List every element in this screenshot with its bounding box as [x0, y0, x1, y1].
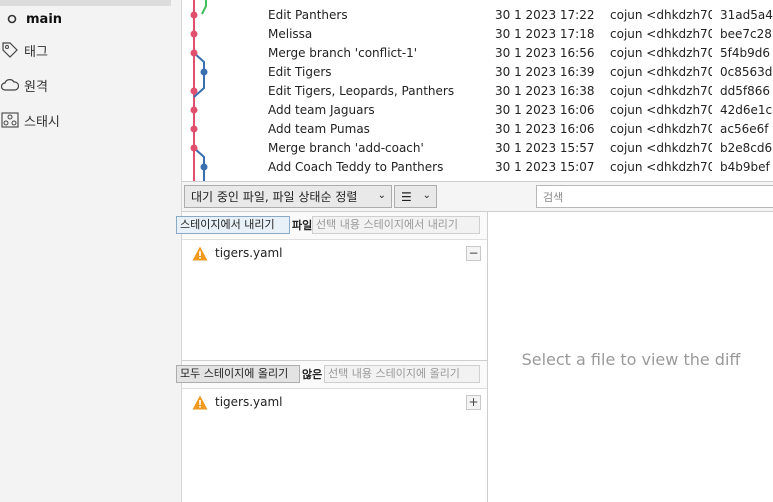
sort-dropdown[interactable]: 대기 중인 파일, 파일 상태순 정렬 ⌄	[184, 185, 392, 208]
staged-pane-header: 스테이지에서 내리기 파일 선택 내용 스테이지에서 내리기	[176, 212, 487, 240]
commit-message: Edit Tigers, Leopards, Panthers	[268, 84, 455, 98]
unstaged-files-pane: 모두 스테이지에 올리기 않은 파일 선택 내용 스테이지에 올리기 tiger…	[176, 361, 487, 502]
commit-date: 30 1 2023 16:39	[495, 65, 595, 79]
search-input[interactable]: 검색	[536, 185, 773, 208]
diff-placeholder: Select a file to view the diff	[521, 350, 741, 369]
file-name: tigers.yaml	[215, 395, 283, 409]
commit-row[interactable]: Edit Panthers 30 1 2023 17:22 cojun <dhk…	[182, 6, 773, 25]
commit-message: Edit Panthers	[268, 8, 348, 22]
stage-file-button[interactable]: +	[466, 395, 481, 410]
unstage-selected-button[interactable]: 선택 내용 스테이지에서 내리기	[312, 216, 480, 234]
commit-message: Add Coach Teddy to Panthers	[268, 160, 444, 174]
unstaged-pane-header: 모두 스테이지에 올리기 않은 파일 선택 내용 스테이지에 올리기	[176, 361, 487, 389]
commit-author: cojun <dhkdzh70	[610, 84, 712, 98]
commit-author: cojun <dhkdzh70	[610, 65, 712, 79]
sidebar-item-remote[interactable]: 원격	[0, 74, 48, 96]
commit-message: Add team Jaguars	[268, 103, 375, 117]
commit-message: Edit Tigers	[268, 65, 332, 79]
stage-all-button[interactable]: 모두 스테이지에 올리기	[176, 365, 300, 383]
commit-author: cojun <dhkdzh70	[610, 8, 712, 22]
diff-viewer: Select a file to view the diff	[487, 212, 773, 502]
commit-author: cojun <dhkdzh70	[610, 141, 712, 155]
commit-hash: b2e8cd6	[720, 141, 773, 155]
commit-row[interactable]: Edit Tigers, Leopards, Panthers 30 1 202…	[182, 82, 773, 101]
commit-date: 30 1 2023 15:07	[495, 160, 595, 174]
tag-icon	[0, 41, 20, 59]
commit-hash: 42d6e1c	[720, 103, 773, 117]
unstage-all-button[interactable]: 스테이지에서 내리기	[176, 216, 290, 234]
commit-hash: 5f4b9d6	[720, 46, 770, 60]
stash-icon	[0, 111, 20, 129]
sidebar-item-stash[interactable]: 스태시	[0, 109, 60, 131]
commit-hash: 0c8563d	[720, 65, 773, 79]
current-branch-icon	[2, 10, 22, 28]
commit-author: cojun <dhkdzh70	[610, 46, 712, 60]
commit-row[interactable]: Add team Pumas 30 1 2023 16:06 cojun <dh…	[182, 120, 773, 139]
file-name: tigers.yaml	[215, 246, 283, 260]
commit-hash: dd5f866	[720, 84, 770, 98]
unstaged-file-row[interactable]: tigers.yaml +	[182, 393, 487, 413]
commit-date: 30 1 2023 15:57	[495, 141, 595, 155]
staged-file-row[interactable]: tigers.yaml −	[182, 244, 487, 264]
commit-hash: bee7c28	[720, 27, 772, 41]
staged-files-label: 파일	[292, 219, 313, 232]
sidebar-item-label: main	[26, 11, 63, 27]
commit-message: Melissa	[268, 27, 313, 41]
commit-date: 30 1 2023 16:06	[495, 103, 595, 117]
commit-hash: b4b9bef	[720, 160, 770, 174]
commit-hash: ac56e6f	[720, 122, 769, 136]
commit-row[interactable]: Add team Jaguars 30 1 2023 16:06 cojun <…	[182, 101, 773, 120]
sort-dropdown-label: 대기 중인 파일, 파일 상태순 정렬	[191, 190, 358, 204]
commit-message: Add team Pumas	[268, 122, 370, 136]
file-status-toolbar: 대기 중인 파일, 파일 상태순 정렬 ⌄ ☰ ⌄ 검색	[182, 181, 773, 212]
staged-files-pane: 스테이지에서 내리기 파일 선택 내용 스테이지에서 내리기 tigers.ya…	[176, 212, 487, 361]
view-mode-button[interactable]: ☰ ⌄	[394, 185, 437, 208]
commit-row[interactable]: Add Coach Teddy to Panthers 30 1 2023 15…	[182, 158, 773, 177]
plus-icon: +	[468, 395, 479, 409]
sidebar-item-label: 스태시	[24, 114, 60, 130]
cloud-icon	[0, 76, 20, 94]
warning-icon	[192, 246, 208, 261]
warning-icon	[192, 395, 208, 410]
commit-date: 30 1 2023 16:38	[495, 84, 595, 98]
commit-message: Merge branch 'conflict-1'	[268, 46, 418, 60]
commit-date: 30 1 2023 16:06	[495, 122, 595, 136]
commit-date: 30 1 2023 16:56	[495, 46, 595, 60]
commit-row[interactable]: Merge branch 'conflict-1' 30 1 2023 16:5…	[182, 44, 773, 63]
commit-author: cojun <dhkdzh70	[610, 27, 712, 41]
commit-row[interactable]: Melissa 30 1 2023 17:18 cojun <dhkdzh70 …	[182, 25, 773, 44]
commit-author: cojun <dhkdzh70	[610, 103, 712, 117]
stage-selected-button[interactable]: 선택 내용 스테이지에 올리기	[324, 365, 480, 383]
commit-author: cojun <dhkdzh70	[610, 122, 712, 136]
sourcetree-window: main 태그 원격 스태시 Edit Panthers 30 1 2023 1…	[0, 0, 773, 502]
chevron-down-icon: ⌄	[377, 190, 386, 201]
commit-author: cojun <dhkdzh70	[610, 160, 712, 174]
commit-row[interactable]: Merge branch 'add-coach' 30 1 2023 15:57…	[182, 139, 773, 158]
commit-date: 30 1 2023 17:22	[495, 8, 595, 22]
commit-hash: 31ad5a4	[720, 8, 773, 22]
commit-message: Merge branch 'add-coach'	[268, 141, 424, 155]
commit-row[interactable]: Edit Tigers 30 1 2023 16:39 cojun <dhkdz…	[182, 63, 773, 82]
sidebar-item-label: 원격	[24, 79, 48, 95]
minus-icon: −	[468, 246, 479, 260]
sidebar-scroll-edge	[0, 0, 171, 6]
commit-date: 30 1 2023 17:18	[495, 27, 595, 41]
sidebar-item-label: 태그	[24, 44, 48, 60]
commit-history: Edit Panthers 30 1 2023 17:22 cojun <dhk…	[182, 0, 773, 181]
list-icon: ☰	[401, 189, 412, 204]
sidebar-item-tags[interactable]: 태그	[0, 39, 48, 61]
chevron-down-icon: ⌄	[422, 190, 431, 201]
sidebar: main 태그 원격 스태시	[0, 0, 182, 502]
sidebar-item-main-branch[interactable]: main	[2, 8, 62, 30]
unstage-file-button[interactable]: −	[466, 246, 481, 261]
